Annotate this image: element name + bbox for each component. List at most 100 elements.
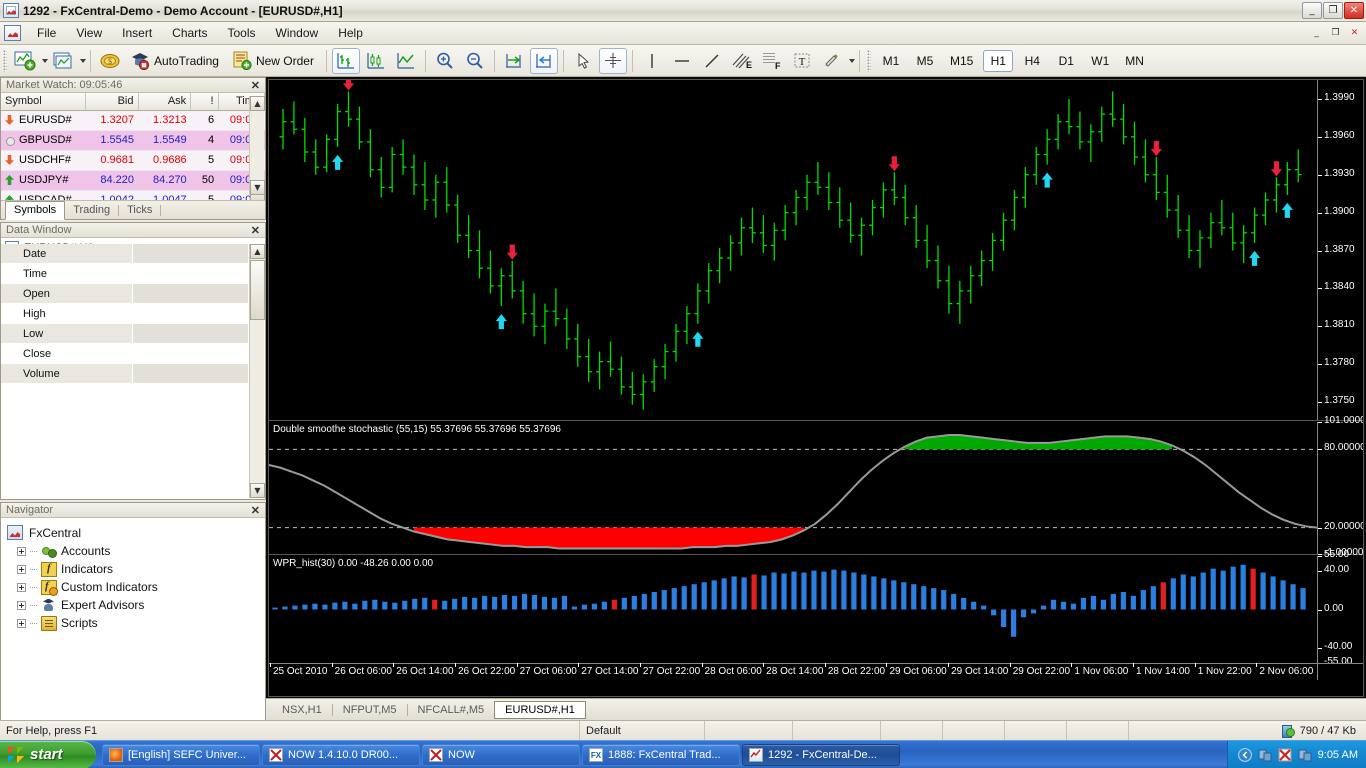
close-icon[interactable]: ✕	[1344, 2, 1364, 19]
chart-tab-nfcallm5[interactable]: NFCALL#,M5	[408, 701, 495, 719]
horizontal-line-icon[interactable]	[668, 48, 696, 74]
stochastic-pane[interactable]: Double smoothe stochastic (55,15) 55.376…	[269, 415, 1363, 558]
network2-icon[interactable]	[1298, 748, 1312, 762]
bar-chart-icon[interactable]	[331, 47, 360, 74]
taskbar-item[interactable]: FX 1888: FxCentral Trad...	[582, 743, 740, 766]
objects-icon[interactable]	[818, 48, 846, 74]
clock[interactable]: 9:05 AM	[1318, 749, 1358, 761]
chart-tab-nfputm5[interactable]: NFPUT,M5	[333, 701, 407, 719]
close-icon[interactable]: ✕	[248, 224, 263, 237]
zoom-out-icon[interactable]	[461, 48, 489, 74]
column-bid[interactable]: Bid	[85, 93, 139, 111]
table-row[interactable]: GBPUSD# 1.5545 1.5549 4 09:0...	[1, 130, 265, 151]
network-icon[interactable]	[1258, 748, 1272, 762]
wpr-pane[interactable]: WPR_hist(30) 0.00 -48.26 0.00 0.00 55.00…	[269, 549, 1363, 680]
column-ask[interactable]: Ask	[138, 93, 192, 111]
market-watch-scrollbar[interactable]: ▲ ▼	[249, 96, 265, 202]
navigator-item-expert-advisors[interactable]: Expert Advisors	[7, 596, 265, 614]
maximize-icon[interactable]: ❐	[1323, 2, 1343, 19]
table-row[interactable]: EURUSD# 1.3207 1.3213 6 09:0...	[1, 110, 265, 131]
data-window-scrollbar[interactable]: ▲ ▼	[249, 244, 265, 498]
close-icon[interactable]: ✕	[248, 79, 263, 92]
navigator-root[interactable]: FxCentral	[7, 523, 265, 542]
autotrading-button[interactable]: AutoTrading	[126, 48, 226, 74]
expand-icon[interactable]	[17, 618, 26, 628]
profiles-icon[interactable]	[49, 48, 77, 74]
money-icon[interactable]: $	[96, 48, 124, 74]
stochastic-axis[interactable]: 101.0000080.0000020.00000-1.00000	[1317, 415, 1363, 558]
profiles-dropdown-icon[interactable]	[80, 58, 86, 63]
menu-item-insert[interactable]: Insert	[112, 23, 162, 43]
price-plot[interactable]	[269, 80, 1317, 420]
taskbar-item[interactable]: 1292 - FxCentral-De...	[742, 743, 900, 766]
column-symbol[interactable]: Symbol	[1, 93, 86, 111]
column-spread[interactable]: !	[190, 93, 219, 111]
navigator-item-accounts[interactable]: Accounts	[7, 542, 265, 560]
timeframe-grip[interactable]	[866, 49, 871, 72]
navigator-item-scripts[interactable]: Scripts	[7, 614, 265, 632]
timeframe-w1[interactable]: W1	[1085, 50, 1115, 72]
menu-item-tools[interactable]: Tools	[218, 23, 266, 43]
menu-item-view[interactable]: View	[66, 23, 112, 43]
objects-dropdown-icon[interactable]	[848, 58, 855, 63]
auto-scroll-icon[interactable]	[500, 48, 528, 74]
price-pane[interactable]: 1.3990 1.3960 1.3930 1.3900 1.3870 1.3840 1.38…	[269, 80, 1363, 421]
menu-item-help[interactable]: Help	[328, 23, 373, 43]
timeframe-h1[interactable]: H1	[983, 49, 1014, 72]
vertical-line-icon[interactable]	[638, 48, 666, 74]
status-traffic[interactable]: 790 / 47 Kb	[1281, 724, 1366, 738]
zoom-in-icon[interactable]	[431, 48, 459, 74]
status-profile[interactable]: Default	[580, 721, 705, 740]
timeframe-m5[interactable]: M5	[910, 50, 940, 72]
text-label-icon[interactable]: T	[788, 48, 816, 74]
equidistant-channel-icon[interactable]: E	[728, 48, 756, 74]
chart-tab-eurusdh1[interactable]: EURUSD#,H1	[494, 700, 586, 719]
menu-item-charts[interactable]: Charts	[162, 23, 217, 43]
child-close-icon[interactable]: ✕	[1346, 26, 1363, 41]
timeframe-h4[interactable]: H4	[1017, 50, 1047, 72]
menu-item-file[interactable]: File	[27, 23, 66, 43]
price-axis[interactable]: 1.3990 1.3960 1.3930 1.3900 1.3870 1.3840 1.38…	[1317, 80, 1363, 420]
child-minimize-icon[interactable]: _	[1308, 26, 1325, 41]
wpr-plot[interactable]	[269, 556, 1317, 663]
chart-tab-nsxh1[interactable]: NSX,H1	[272, 701, 332, 719]
show-hidden-icon[interactable]	[1237, 747, 1252, 762]
timeframe-m1[interactable]: M1	[876, 50, 906, 72]
timeframe-d1[interactable]: D1	[1051, 50, 1081, 72]
navigator-item-custom-indicators[interactable]: Custom Indicators	[7, 578, 265, 596]
stochastic-plot[interactable]	[269, 422, 1318, 554]
toolbar-grip[interactable]	[3, 49, 7, 72]
taskbar-item[interactable]: NOW	[422, 743, 580, 766]
chart-window[interactable]: 1.3990 1.3960 1.3930 1.3900 1.3870 1.3840 1.38…	[268, 79, 1364, 697]
scroll-up-icon[interactable]: ▲	[250, 244, 265, 259]
scroll-down-icon[interactable]: ▼	[250, 483, 265, 498]
tab-ticks[interactable]: Ticks	[119, 202, 160, 219]
fibonacci-icon[interactable]: F	[758, 48, 786, 74]
cursor-icon[interactable]	[569, 48, 597, 74]
tab-symbols[interactable]: Symbols	[5, 201, 66, 220]
close-icon[interactable]: ✕	[248, 504, 263, 517]
scroll-up-icon[interactable]: ▲	[250, 96, 265, 111]
expand-icon[interactable]	[17, 546, 26, 556]
navigator-item-indicators[interactable]: Indicators	[7, 560, 265, 578]
new-order-button[interactable]: New Order	[228, 48, 321, 74]
expand-icon[interactable]	[17, 582, 26, 592]
timeframe-mn[interactable]: MN	[1119, 50, 1150, 72]
new-chart-icon[interactable]	[11, 48, 39, 74]
expand-icon[interactable]	[17, 600, 26, 610]
taskbar-item[interactable]: [English] SEFC Univer...	[102, 743, 260, 766]
table-row[interactable]: USDJPY# 84.220 84.270 50 09:0...	[1, 170, 265, 191]
crosshair-icon[interactable]	[598, 47, 627, 74]
menu-item-window[interactable]: Window	[266, 23, 329, 43]
chart-shift-icon[interactable]	[529, 47, 558, 74]
taskbar-item[interactable]: NOW 1.4.10.0 DR00...	[262, 743, 420, 766]
new-chart-dropdown-icon[interactable]	[42, 58, 48, 63]
candlestick-chart-icon[interactable]	[362, 48, 390, 74]
expand-icon[interactable]	[17, 564, 26, 574]
start-button[interactable]: start	[0, 740, 96, 768]
child-restore-icon[interactable]: ❐	[1327, 26, 1344, 41]
trend-line-icon[interactable]	[698, 48, 726, 74]
timeframe-m15[interactable]: M15	[944, 50, 979, 72]
scroll-down-icon[interactable]: ▼	[250, 180, 265, 195]
tab-trading[interactable]: Trading	[65, 202, 118, 219]
